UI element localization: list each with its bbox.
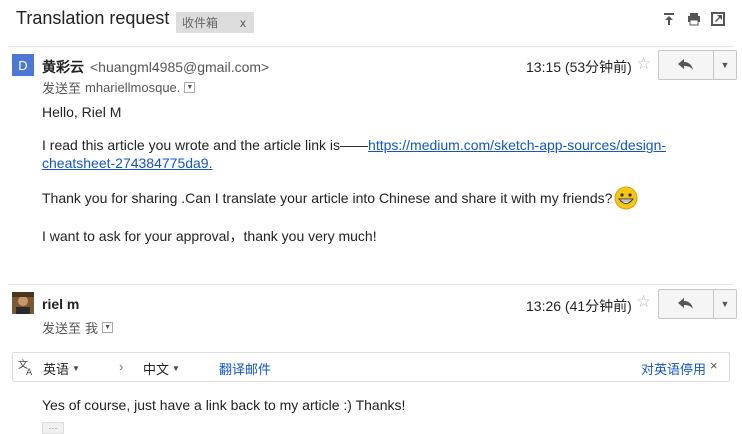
show-trimmed-content-button[interactable]: ···: [42, 422, 64, 434]
chevron-down-icon: ▼: [172, 364, 180, 373]
remove-label-button[interactable]: x: [240, 16, 246, 30]
message-paragraph-3: I want to ask for your approval，thank yo…: [42, 228, 377, 244]
recipient: mhariellmosque.: [85, 80, 181, 95]
inbox-label-chip[interactable]: 收件箱 x: [176, 12, 255, 33]
to-prefix: 发送至: [42, 81, 82, 96]
sender-name[interactable]: 黄彩云: [42, 57, 84, 77]
expand-all-icon[interactable]: [662, 12, 676, 26]
reply-body: Yes of course, just have a link back to …: [42, 397, 406, 413]
disable-translation-link[interactable]: 对英语停用: [641, 359, 706, 378]
message-paragraph-2: Thank you for sharing .Can I translate y…: [42, 186, 638, 210]
sender-email: <huangml4985@gmail.com>: [90, 59, 270, 75]
details-dropdown-icon[interactable]: ▼: [184, 82, 196, 93]
message-paragraph-1: I read this article you wrote and the ar…: [42, 137, 667, 171]
grinning-emoji-icon: [614, 186, 638, 210]
new-window-icon[interactable]: [711, 12, 725, 26]
details-dropdown-icon[interactable]: ▼: [102, 322, 114, 333]
message-time: 13:15 (53分钟前): [526, 59, 632, 75]
greeting: Hello, Riel M: [42, 104, 122, 120]
sender-avatar: D: [12, 54, 34, 76]
target-language-dropdown[interactable]: 中文 ▼: [143, 359, 180, 378]
chevron-down-icon: ▼: [72, 364, 80, 373]
svg-text:A: A: [26, 368, 33, 376]
avatar: [12, 292, 34, 314]
more-actions-button[interactable]: ▼: [714, 289, 737, 319]
more-actions-button[interactable]: ▼: [714, 50, 737, 80]
sender-name[interactable]: riel m: [42, 296, 79, 312]
message-divider: [8, 284, 734, 285]
reply-button[interactable]: [658, 289, 714, 319]
translate-bar: 文 A 英语 ▼ › 中文 ▼ 翻译邮件 对英语停用 ×: [12, 352, 730, 382]
arrow-right-icon: ›: [119, 359, 124, 374]
email-subject: Translation request: [16, 8, 170, 28]
article-link[interactable]: https://medium.com/sketch-app-sources/de…: [368, 137, 666, 153]
article-link-cont[interactable]: cheatsheet-274384775da9.: [42, 155, 212, 171]
to-prefix: 发送至: [42, 321, 82, 336]
print-icon[interactable]: [687, 12, 701, 26]
reply-button[interactable]: [658, 50, 714, 80]
reply-icon: [678, 59, 693, 70]
star-icon[interactable]: ☆: [636, 54, 651, 74]
source-language-dropdown[interactable]: 英语 ▼: [43, 359, 80, 378]
translate-message-link[interactable]: 翻译邮件: [219, 359, 271, 378]
recipient: 我: [85, 321, 99, 336]
reply-icon: [678, 298, 693, 309]
label-name: 收件箱: [182, 16, 219, 30]
header-divider: [8, 46, 734, 47]
close-translate-button[interactable]: ×: [710, 358, 718, 373]
translate-icon: 文 A: [18, 358, 33, 376]
star-icon[interactable]: ☆: [636, 292, 651, 312]
message-time: 13:26 (41分钟前): [526, 298, 632, 314]
